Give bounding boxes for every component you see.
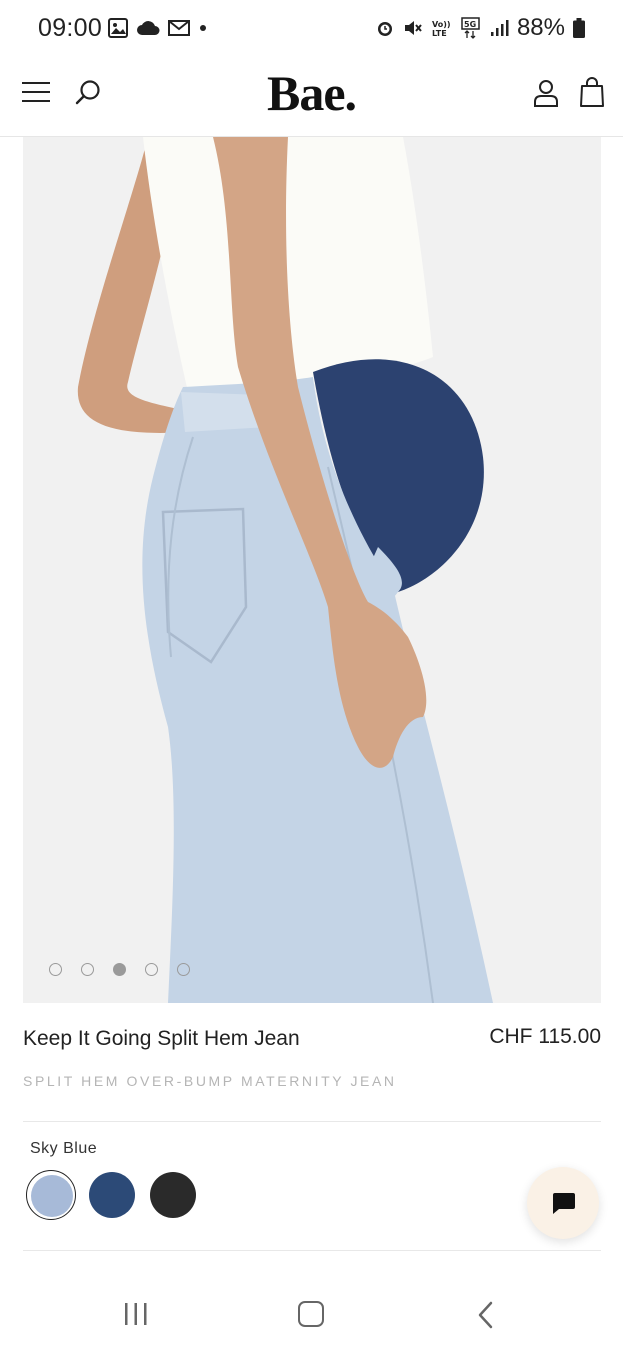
volte-icon: Vo))LTE bbox=[432, 20, 451, 38]
brand-logo[interactable]: Bae. bbox=[0, 64, 623, 122]
carousel-dot[interactable] bbox=[177, 963, 190, 976]
system-nav-bar bbox=[0, 1270, 623, 1350]
status-bar: 09:00 Vo)) LTE 5G 88% bbox=[0, 0, 623, 62]
swatch-navy[interactable] bbox=[87, 1170, 137, 1220]
product-photo bbox=[23, 137, 601, 1003]
color-swatches bbox=[26, 1170, 198, 1220]
battery-percent: 88% bbox=[516, 14, 565, 41]
cloud-icon bbox=[137, 21, 160, 35]
recent-apps-icon[interactable] bbox=[123, 1302, 149, 1326]
system-icons: Vo)) LTE 5G 88% bbox=[375, 14, 585, 42]
dot-icon bbox=[200, 25, 206, 31]
status-time: 09:00 bbox=[38, 14, 103, 42]
product-price: CHF 115.00 bbox=[489, 1025, 601, 1048]
bag-icon[interactable] bbox=[578, 76, 606, 108]
carousel-dot[interactable] bbox=[49, 963, 62, 976]
carousel-dots bbox=[49, 963, 190, 976]
carousel-dot[interactable] bbox=[145, 963, 158, 976]
svg-text:Vo)): Vo)) bbox=[432, 20, 451, 29]
product-name: Keep It Going Split Hem Jean bbox=[23, 1027, 300, 1050]
mute-icon bbox=[404, 21, 422, 35]
svg-text:LTE: LTE bbox=[432, 29, 447, 38]
gallery-icon bbox=[108, 18, 128, 38]
alarm-icon bbox=[377, 22, 392, 36]
carousel-dot[interactable] bbox=[81, 963, 94, 976]
swatch-black[interactable] bbox=[148, 1170, 198, 1220]
notification-icons bbox=[108, 18, 208, 38]
mail-icon bbox=[168, 20, 190, 36]
chat-icon bbox=[553, 1193, 575, 1214]
divider bbox=[23, 1250, 601, 1251]
selected-color-label: Sky Blue bbox=[30, 1140, 98, 1157]
product-image[interactable] bbox=[23, 137, 601, 1003]
5g-icon: 5G bbox=[461, 17, 480, 39]
signal-icon bbox=[490, 20, 509, 36]
battery-icon bbox=[573, 18, 585, 38]
product-subtitle: SPLIT HEM OVER-BUMP MATERNITY JEAN bbox=[23, 1073, 397, 1089]
chat-button[interactable] bbox=[527, 1167, 599, 1239]
account-icon[interactable] bbox=[532, 78, 560, 108]
divider bbox=[23, 1121, 601, 1122]
swatch-sky-blue[interactable] bbox=[26, 1170, 76, 1220]
svg-text:5G: 5G bbox=[464, 20, 476, 29]
site-header: Bae. bbox=[0, 62, 623, 137]
back-icon[interactable] bbox=[476, 1301, 496, 1329]
home-icon[interactable] bbox=[298, 1301, 324, 1327]
carousel-dot-active[interactable] bbox=[113, 963, 126, 976]
